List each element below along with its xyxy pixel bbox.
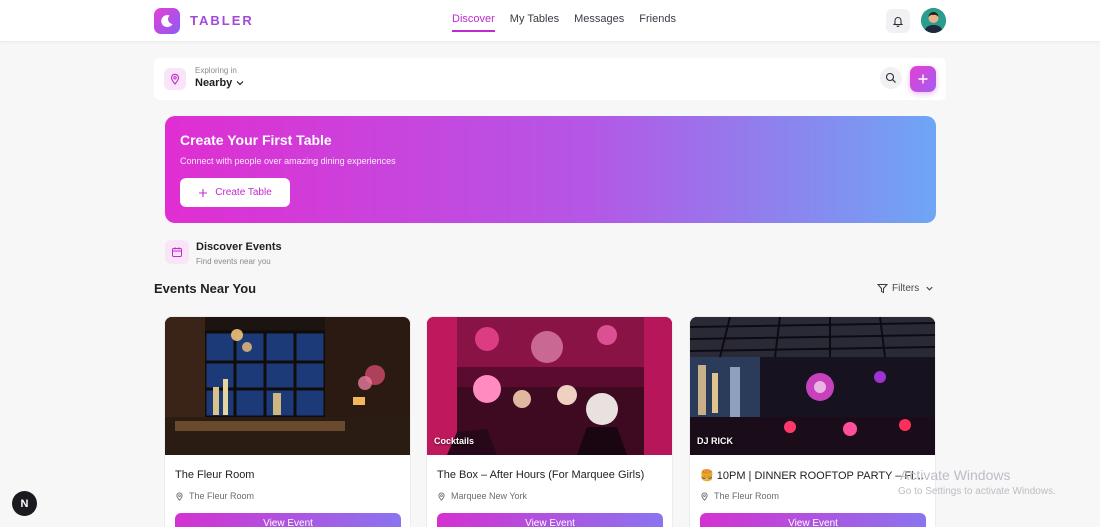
map-pin-icon [701,492,708,501]
event-location: Marquee New York [437,491,527,501]
avatar[interactable] [921,8,946,33]
banner-subtitle: Connect with people over amazing dining … [180,156,396,166]
location-bar: Exploring in Nearby [154,58,946,100]
brand-name: TABLER [190,13,254,28]
nav-my-tables[interactable]: My Tables [510,0,559,42]
create-table-banner: Create Your First Table Connect with peo… [165,116,936,223]
event-image [165,317,410,455]
chevron-down-icon [236,81,244,86]
nav-discover[interactable]: Discover [452,0,495,42]
map-pin-icon [438,492,445,501]
discover-events-title: Discover Events [196,241,282,253]
event-location-text: Marquee New York [451,491,528,501]
view-event-button[interactable]: View Event [700,513,926,527]
search-button[interactable] [880,67,902,89]
explore-label: Exploring in [195,66,237,75]
watermark-line-2: Go to Settings to activate Windows. [898,486,1056,497]
event-location: The Fleur Room [700,491,779,501]
filter-icon [877,284,888,294]
watermark-line-1: Activate Windows [900,467,1011,483]
notifications-button[interactable] [886,9,910,33]
location-dropdown[interactable]: Nearby [195,77,245,89]
events-section-title: Events Near You [154,281,257,296]
top-bar: TABLER Discover My Tables Messages Frien… [0,0,1100,42]
event-image [690,317,935,455]
map-pin-icon [176,492,183,501]
event-location-text: The Fleur Room [714,491,780,501]
event-tag: DJ RICK [697,436,734,446]
event-title: The Box – After Hours (For Marquee Girls… [437,469,645,481]
logo-icon[interactable] [154,8,180,34]
event-location: The Fleur Room [175,491,254,501]
view-event-button[interactable]: View Event [437,513,663,527]
plus-icon [199,188,208,197]
discover-events-subtitle: Find events near you [196,257,271,266]
filters-label: Filters [892,283,920,294]
bell-icon [892,17,904,27]
banner-title: Create Your First Table [180,132,332,148]
view-event-button[interactable]: View Event [175,513,401,527]
event-image [427,317,672,455]
search-icon [885,72,896,83]
event-tag: Cocktails [434,436,475,446]
location-pin-button[interactable] [164,68,186,90]
map-pin-icon [170,73,180,85]
add-button[interactable] [910,66,936,92]
event-title: 🍔 10PM | DINNER ROOFTOP PARTY – Fleur Ro… [700,470,930,482]
nav-messages[interactable]: Messages [574,0,624,42]
event-title: The Fleur Room [175,469,255,481]
event-card[interactable]: The Fleur Room The Fleur Room View Event [164,316,411,527]
event-card[interactable]: Cocktails The Box – After Hours (For Mar… [426,316,673,527]
chevron-down-icon [926,286,933,291]
plus-icon [918,74,928,84]
event-location-text: The Fleur Room [189,491,255,501]
location-value: Nearby [195,77,233,89]
dev-tools-badge[interactable]: N [12,491,37,516]
activate-windows-watermark: Activate Windows Go to Settings to activ… [898,467,1056,497]
filters-button[interactable]: Filters [877,283,938,294]
main-nav: Discover My Tables Messages Friends [452,0,691,42]
create-table-button[interactable]: Create Table [180,178,290,207]
create-table-label: Create Table [215,187,272,198]
calendar-icon [165,240,189,264]
nav-friends[interactable]: Friends [639,0,676,42]
